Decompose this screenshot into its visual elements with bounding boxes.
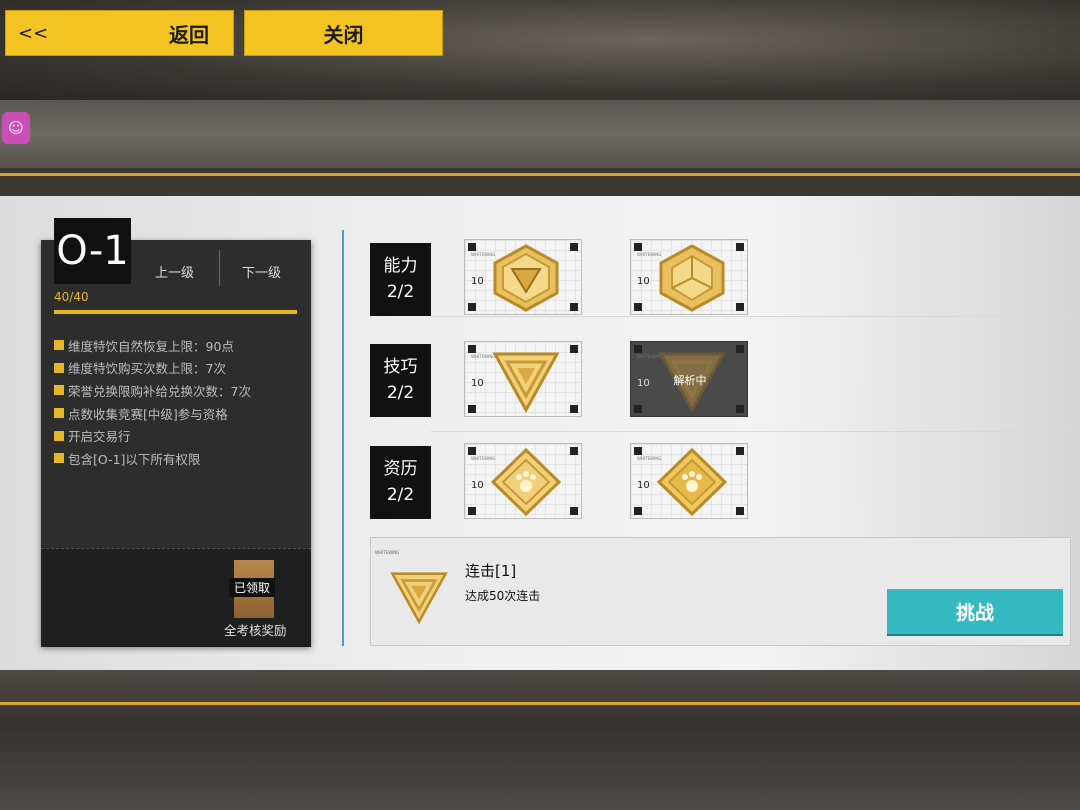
decorative-stripe (0, 173, 1080, 176)
diamond-paw-badge-icon (657, 448, 727, 516)
medal-card[interactable]: WHITEWING 10 (464, 443, 582, 519)
close-button[interactable]: 关闭 (244, 10, 443, 56)
bullet-icon (54, 362, 64, 373)
medal-card-analyzing[interactable]: WHITEWING 10 解析中 (630, 341, 748, 417)
progress-bar (54, 310, 297, 314)
perk-item: 开启交易行 (54, 424, 251, 447)
hexagon-cube-badge-icon (659, 244, 725, 312)
next-level-button[interactable]: 下一级 (242, 262, 281, 281)
vertical-divider (342, 230, 344, 646)
background-band (0, 100, 1080, 168)
category-seniority: 资历 2/2 (370, 446, 431, 519)
medal-card[interactable]: WHITEWING 10 (630, 443, 748, 519)
triangle-badge-icon (492, 352, 560, 414)
prev-level-button[interactable]: 上一级 (155, 262, 194, 281)
progress-text: 40/40 (54, 290, 89, 304)
bullet-icon (54, 340, 64, 351)
perk-item: 包含[O-1]以下所有权限 (54, 447, 251, 470)
close-button-label: 关闭 (323, 22, 364, 47)
nav-divider (219, 250, 220, 286)
background-bottom (0, 670, 1080, 810)
bullet-icon (54, 453, 64, 464)
reward-label: 全考核奖励 (224, 623, 287, 638)
medal-card[interactable]: WHITEWING 10 (464, 239, 582, 315)
medal-card[interactable]: WHITEWING 10 (464, 341, 582, 417)
bullet-icon (54, 385, 64, 396)
perk-item: 维度特饮自然恢复上限：90点 (54, 334, 251, 357)
medal-card[interactable]: WHITEWING 10 (630, 239, 748, 315)
back-button-label: 返回 (169, 22, 209, 47)
perk-list: 维度特饮自然恢复上限：90点 维度特饮购买次数上限：7次 荣誉兑换限购补给兑换次… (54, 334, 251, 470)
category-skill: 技巧 2/2 (370, 344, 431, 417)
challenge-button[interactable]: 挑战 (887, 589, 1063, 634)
progress-fill (54, 310, 297, 314)
challenge-description: 达成50次连击 (465, 589, 541, 603)
challenge-title: 连击[1] (465, 562, 517, 580)
row-divider (431, 431, 1071, 432)
decorative-stripe (0, 702, 1080, 705)
triangle-badge-icon (390, 572, 448, 625)
category-ability: 能力 2/2 (370, 243, 431, 316)
perk-item: 维度特饮购买次数上限：7次 (54, 357, 251, 380)
mascot-icon[interactable]: ☺ (2, 112, 30, 144)
hexagon-triangle-badge-icon (493, 244, 559, 312)
reward-status-badge: 已领取 (229, 578, 276, 597)
perk-item: 荣誉兑换限购补给兑换次数：7次 (54, 379, 251, 402)
level-code: O-1 (54, 218, 131, 284)
diamond-paw-badge-icon (491, 448, 561, 516)
bullet-icon (54, 408, 64, 419)
analyzing-status: 解析中 (673, 374, 707, 387)
back-arrow-icon: << (18, 22, 49, 44)
bullet-icon (54, 430, 64, 441)
perk-item: 点数收集竞赛[中级]参与资格 (54, 402, 251, 425)
row-divider (431, 316, 1071, 317)
back-button[interactable]: << 返回 (5, 10, 234, 56)
